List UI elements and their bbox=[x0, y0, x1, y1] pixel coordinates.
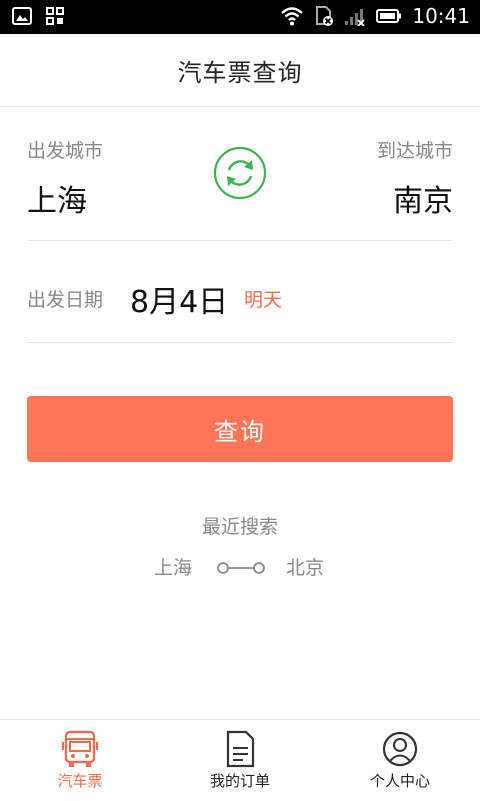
bus-icon bbox=[62, 730, 98, 767]
no-sim-icon bbox=[316, 6, 334, 26]
departure-date-value[interactable]: 8月4日 bbox=[130, 277, 228, 321]
tab-my-orders[interactable]: 我的订单 bbox=[160, 720, 320, 801]
tab-bus-tickets[interactable]: 汽车票 bbox=[0, 720, 160, 801]
signal-icon bbox=[345, 9, 365, 26]
from-city-value[interactable]: 上海 bbox=[27, 176, 87, 220]
user-profile-icon bbox=[382, 731, 418, 767]
route-connector-icon bbox=[217, 562, 265, 574]
gallery-notification-icon bbox=[12, 7, 32, 25]
from-city-label: 出发城市 bbox=[27, 140, 104, 162]
status-time: 10:41 bbox=[412, 4, 470, 28]
battery-icon bbox=[376, 9, 402, 23]
to-city-value[interactable]: 南京 bbox=[393, 176, 453, 220]
recent-to-city: 北京 bbox=[286, 557, 325, 579]
recent-search-title: 最近搜索 bbox=[201, 516, 278, 538]
page-title: 汽车票查询 bbox=[177, 58, 303, 87]
query-button[interactable]: 查询 bbox=[27, 396, 453, 462]
tab-label: 汽车票 bbox=[57, 772, 103, 790]
wifi-icon bbox=[281, 7, 304, 26]
departure-date-row[interactable]: 出发日期 8月4日 明天 bbox=[27, 241, 453, 343]
tab-profile[interactable]: 个人中心 bbox=[320, 720, 480, 801]
recent-from-city: 上海 bbox=[154, 557, 193, 579]
swap-cities-icon[interactable] bbox=[213, 146, 267, 200]
city-selector: 出发城市 上海 到达城市 南京 bbox=[27, 106, 453, 241]
order-document-icon bbox=[226, 730, 255, 768]
tab-label: 个人中心 bbox=[369, 772, 430, 790]
status-bar: 10:41 bbox=[0, 0, 480, 34]
bottom-tab-bar: 汽车票 我的订单 个人中心 bbox=[0, 719, 480, 801]
recent-search-item[interactable]: 上海 北京 bbox=[0, 553, 480, 583]
page-header: 汽车票查询 bbox=[0, 34, 480, 107]
departure-date-tag: 明天 bbox=[244, 289, 283, 311]
to-city-label: 到达城市 bbox=[376, 140, 453, 162]
departure-date-label: 出发日期 bbox=[27, 289, 104, 311]
tab-label: 我的订单 bbox=[209, 772, 270, 790]
app-grid-notification-icon bbox=[46, 7, 64, 25]
